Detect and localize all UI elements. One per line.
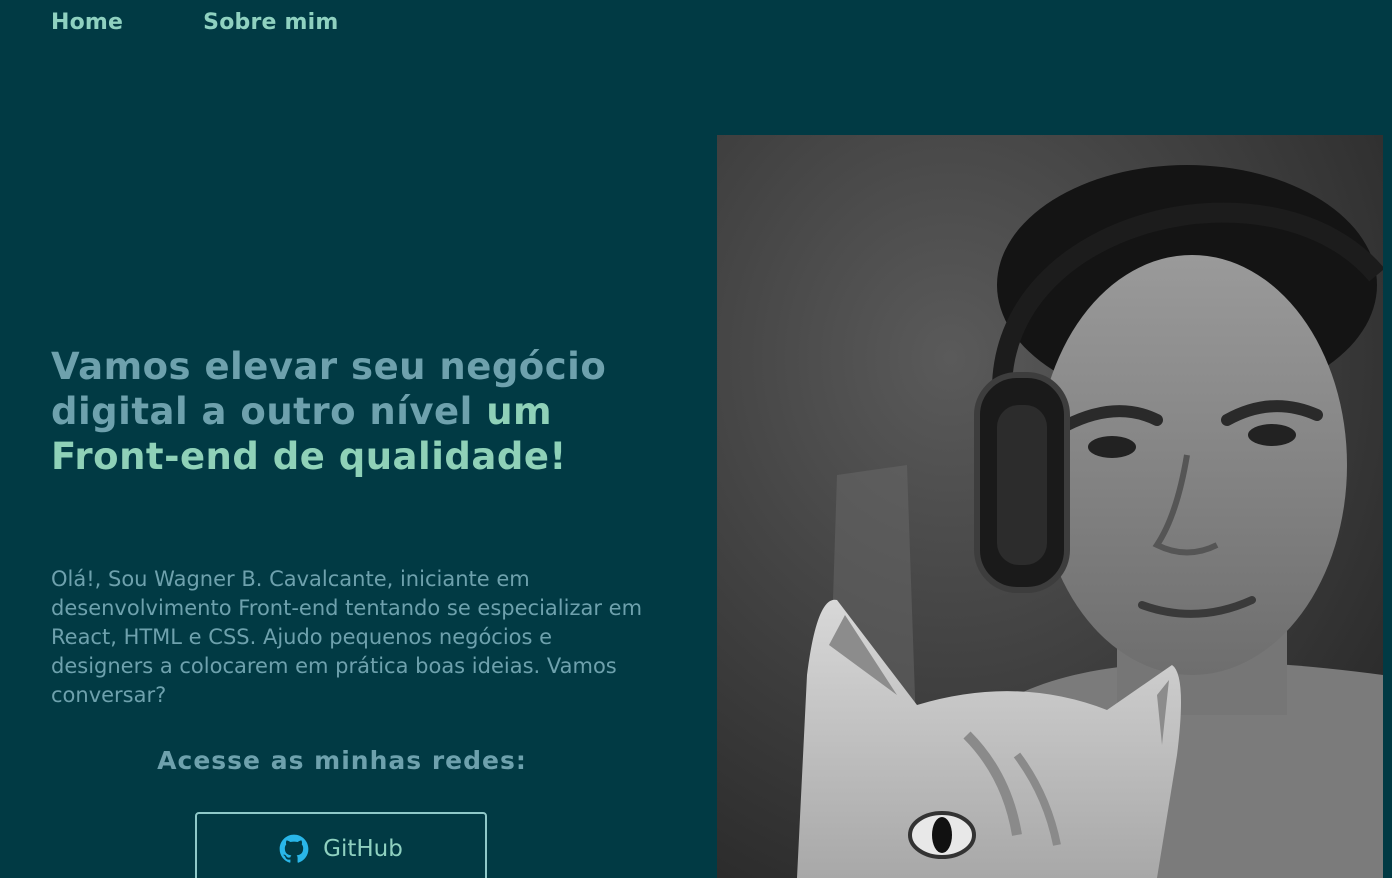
nav-link-about[interactable]: Sobre mim [203,10,338,35]
hero-headline: Vamos elevar seu negócio digital a outro… [51,344,651,479]
github-icon [279,834,309,863]
github-button-label: GitHub [323,836,403,862]
networks-title: Acesse as minhas redes: [157,746,527,775]
github-button[interactable]: GitHub [195,812,487,878]
nav-link-home[interactable]: Home [51,10,123,35]
profile-photo-illustration [717,135,1383,878]
page: Home Sobre mim Vamos elevar seu negócio … [0,0,1392,878]
hero-intro: Olá!, Sou Wagner B. Cavalcante, iniciant… [51,567,643,707]
profile-photo [717,135,1383,878]
top-nav: Home Sobre mim [51,10,339,35]
